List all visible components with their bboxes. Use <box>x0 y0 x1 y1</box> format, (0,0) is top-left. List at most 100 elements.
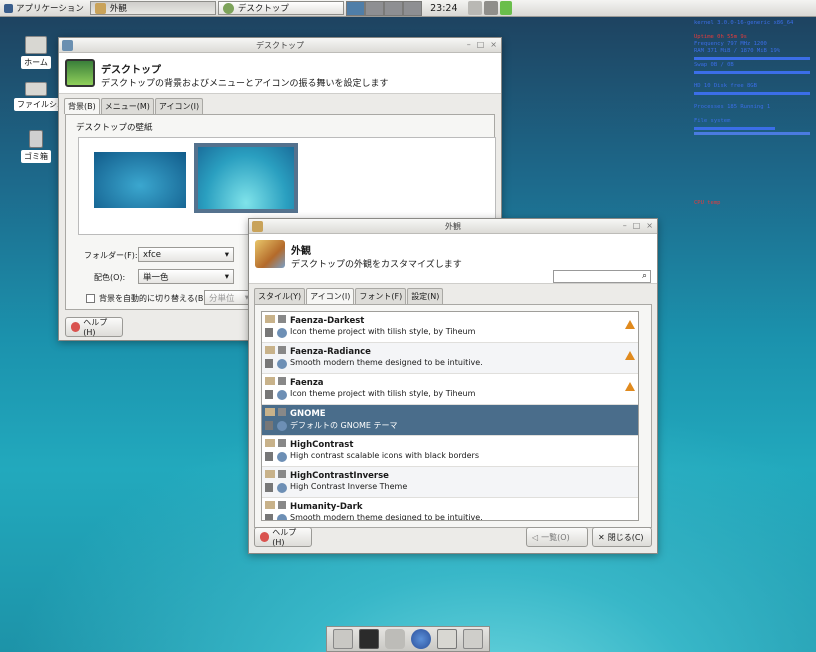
dialog-subheading: デスクトップの背景およびメニューとアイコンの振る舞いを設定します <box>101 79 389 89</box>
theme-description: Icon theme project with tilish style, by… <box>290 327 476 336</box>
tab-menu[interactable]: メニュー(M) <box>100 98 154 114</box>
theme-name: Faenza-Darkest <box>290 316 365 326</box>
taskbar-label: デスクトップ <box>237 4 289 14</box>
theme-name: Faenza <box>290 378 324 388</box>
minimize-icon[interactable]: – <box>623 221 627 230</box>
notification-area-icon[interactable] <box>467 1 482 15</box>
theme-row[interactable]: Faenza-Darkest Icon theme project with ti… <box>262 312 638 343</box>
conky-line: HD 10 Disk free 8GB <box>694 83 757 89</box>
file-manager-icon[interactable] <box>385 629 405 649</box>
tab-bar: スタイル(Y) アイコン(I) フォント(F) 設定(N) <box>249 284 657 304</box>
theme-preview-icons <box>262 498 290 520</box>
desktop-settings-icon <box>222 2 234 14</box>
conky-monitor: kernel 3.0.0-16-generic x86_64 Uptime 0h… <box>694 20 810 207</box>
workspace-2[interactable] <box>364 0 384 16</box>
color-combo[interactable]: 単一色 ▾ <box>138 269 234 284</box>
theme-description: Smooth modern theme designed to be intui… <box>290 513 483 521</box>
folder-icon[interactable] <box>463 629 483 649</box>
appearance-window: 外観 – □ × 外観 デスクトップの外観をカスタマイズします ⌕ スタイル(Y) … <box>248 218 658 554</box>
warning-icon <box>625 351 635 360</box>
wallpaper-thumbnail-selected[interactable] <box>194 143 298 213</box>
xfce-mouse-icon <box>4 3 13 13</box>
conky-line: Uptime 0h 55m 9s <box>694 34 747 40</box>
taskbar-appearance[interactable]: 外観 <box>89 1 216 15</box>
terminal-icon[interactable] <box>359 629 379 649</box>
theme-preview-icons <box>262 436 290 466</box>
workspace-1[interactable] <box>345 0 365 16</box>
help-label: ヘルプ(H) <box>83 318 108 337</box>
theme-description: High Contrast Inverse Theme <box>290 482 408 491</box>
conky-line: File system <box>694 118 731 124</box>
dialog-header: 外観 デスクトップの外観をカスタマイズします ⌕ <box>249 234 657 284</box>
help-button[interactable]: ヘルプ(H) <box>65 317 123 337</box>
taskbar-desktop[interactable]: デスクトップ <box>217 1 344 15</box>
overview-button[interactable]: ◁ 一覧(O) <box>526 527 588 547</box>
show-desktop-icon[interactable] <box>333 629 353 649</box>
workspace-4[interactable] <box>402 0 422 16</box>
dropdown-arrow-icon: ▾ <box>224 271 229 282</box>
close-label: 閉じる(C) <box>607 532 644 542</box>
conky-line: Frequency 797 MHz 1200 <box>694 41 767 47</box>
minimize-icon[interactable]: – <box>467 40 471 49</box>
maximize-icon[interactable]: □ <box>477 40 485 49</box>
app-finder-icon[interactable] <box>437 629 457 649</box>
theme-name: Faenza-Radiance <box>290 347 371 357</box>
top-panel: アプリケーション 外観 デスクトップ 23:24 <box>0 0 816 17</box>
tab-icons[interactable]: アイコン(I) <box>306 288 355 304</box>
tab-style[interactable]: スタイル(Y) <box>254 288 306 304</box>
folder-combo[interactable]: xfce ▾ <box>138 247 234 262</box>
tab-icons[interactable]: アイコン(I) <box>154 98 204 114</box>
theme-row[interactable]: GNOME デフォルトの GNOME テーマ <box>262 405 638 436</box>
checkbox-box[interactable] <box>86 294 95 303</box>
workspace-switcher[interactable] <box>345 0 422 16</box>
desktop-settings-icon <box>65 59 95 87</box>
conky-line: Processes 185 Running 1 <box>694 104 771 110</box>
theme-name: Humanity-Dark <box>290 502 363 512</box>
warning-icon <box>625 382 635 391</box>
back-arrow-icon: ◁ <box>532 532 539 542</box>
close-icon[interactable]: × <box>646 221 653 230</box>
theme-row[interactable]: HighContrastInverse High Contrast Inverse… <box>262 467 638 498</box>
interval-combo[interactable]: 分単位 ▾ <box>204 290 254 305</box>
close-icon[interactable]: × <box>490 40 497 49</box>
conky-line: kernel 3.0.0-16-generic x86_64 <box>694 20 794 26</box>
tab-settings[interactable]: 設定(N) <box>407 288 444 304</box>
dialog-subheading: デスクトップの外観をカスタマイズします <box>291 260 462 270</box>
title-bar[interactable]: 外観 – □ × <box>249 219 657 234</box>
desktop-icon-filesystem[interactable]: ファイルシ... <box>14 82 68 111</box>
theme-row[interactable]: Faenza Icon theme project with tilish sty… <box>262 374 638 405</box>
updates-icon[interactable] <box>499 1 512 15</box>
appearance-icon <box>94 2 106 14</box>
conky-bar <box>694 57 810 60</box>
maximize-icon[interactable]: □ <box>633 221 641 230</box>
applications-menu-button[interactable]: アプリケーション <box>0 1 88 16</box>
wallpaper-thumbnail[interactable] <box>94 152 186 208</box>
help-button[interactable]: ヘルプ(H) <box>254 527 312 547</box>
theme-description: High contrast scalable icons with black … <box>290 451 479 460</box>
tab-fonts[interactable]: フォント(F) <box>355 288 407 304</box>
web-browser-icon[interactable] <box>411 629 431 649</box>
desktop-icon-home[interactable]: ホーム <box>14 36 58 69</box>
icon-theme-list[interactable]: Faenza-Darkest Icon theme project with ti… <box>261 311 639 521</box>
auto-change-label: 背景を自動的に切り替える(B) <box>99 294 207 303</box>
theme-name: GNOME <box>290 409 326 419</box>
workspace-3[interactable] <box>383 0 403 16</box>
auto-change-checkbox[interactable]: 背景を自動的に切り替える(B) <box>86 293 207 304</box>
theme-row[interactable]: HighContrast High contrast scalable icons… <box>262 436 638 467</box>
window-title: 外観 <box>445 221 461 231</box>
tools-icon[interactable] <box>483 1 498 15</box>
theme-row[interactable]: Humanity-Dark Smooth modern theme designe… <box>262 498 638 521</box>
search-input[interactable]: ⌕ <box>553 270 651 283</box>
theme-row[interactable]: Faenza-Radiance Smooth modern theme desig… <box>262 343 638 374</box>
desktop-icon-trash[interactable]: ゴミ箱 <box>14 130 58 163</box>
dialog-header: デスクトップ デスクトップの背景およびメニューとアイコンの振る舞いを設定します <box>59 53 501 94</box>
theme-preview-icons <box>262 312 290 342</box>
title-bar[interactable]: デスクトップ – □ × <box>59 38 501 53</box>
conky-bar <box>694 132 810 135</box>
close-button[interactable]: ✕ 閉じる(C) <box>592 527 652 547</box>
conky-bar <box>694 71 810 74</box>
dialog-heading: 外観 <box>291 246 311 257</box>
theme-description: Icon theme project with tilish style, by… <box>290 389 476 398</box>
tab-background[interactable]: 背景(B) <box>64 98 100 114</box>
dialog-heading: デスクトップ <box>101 65 161 76</box>
